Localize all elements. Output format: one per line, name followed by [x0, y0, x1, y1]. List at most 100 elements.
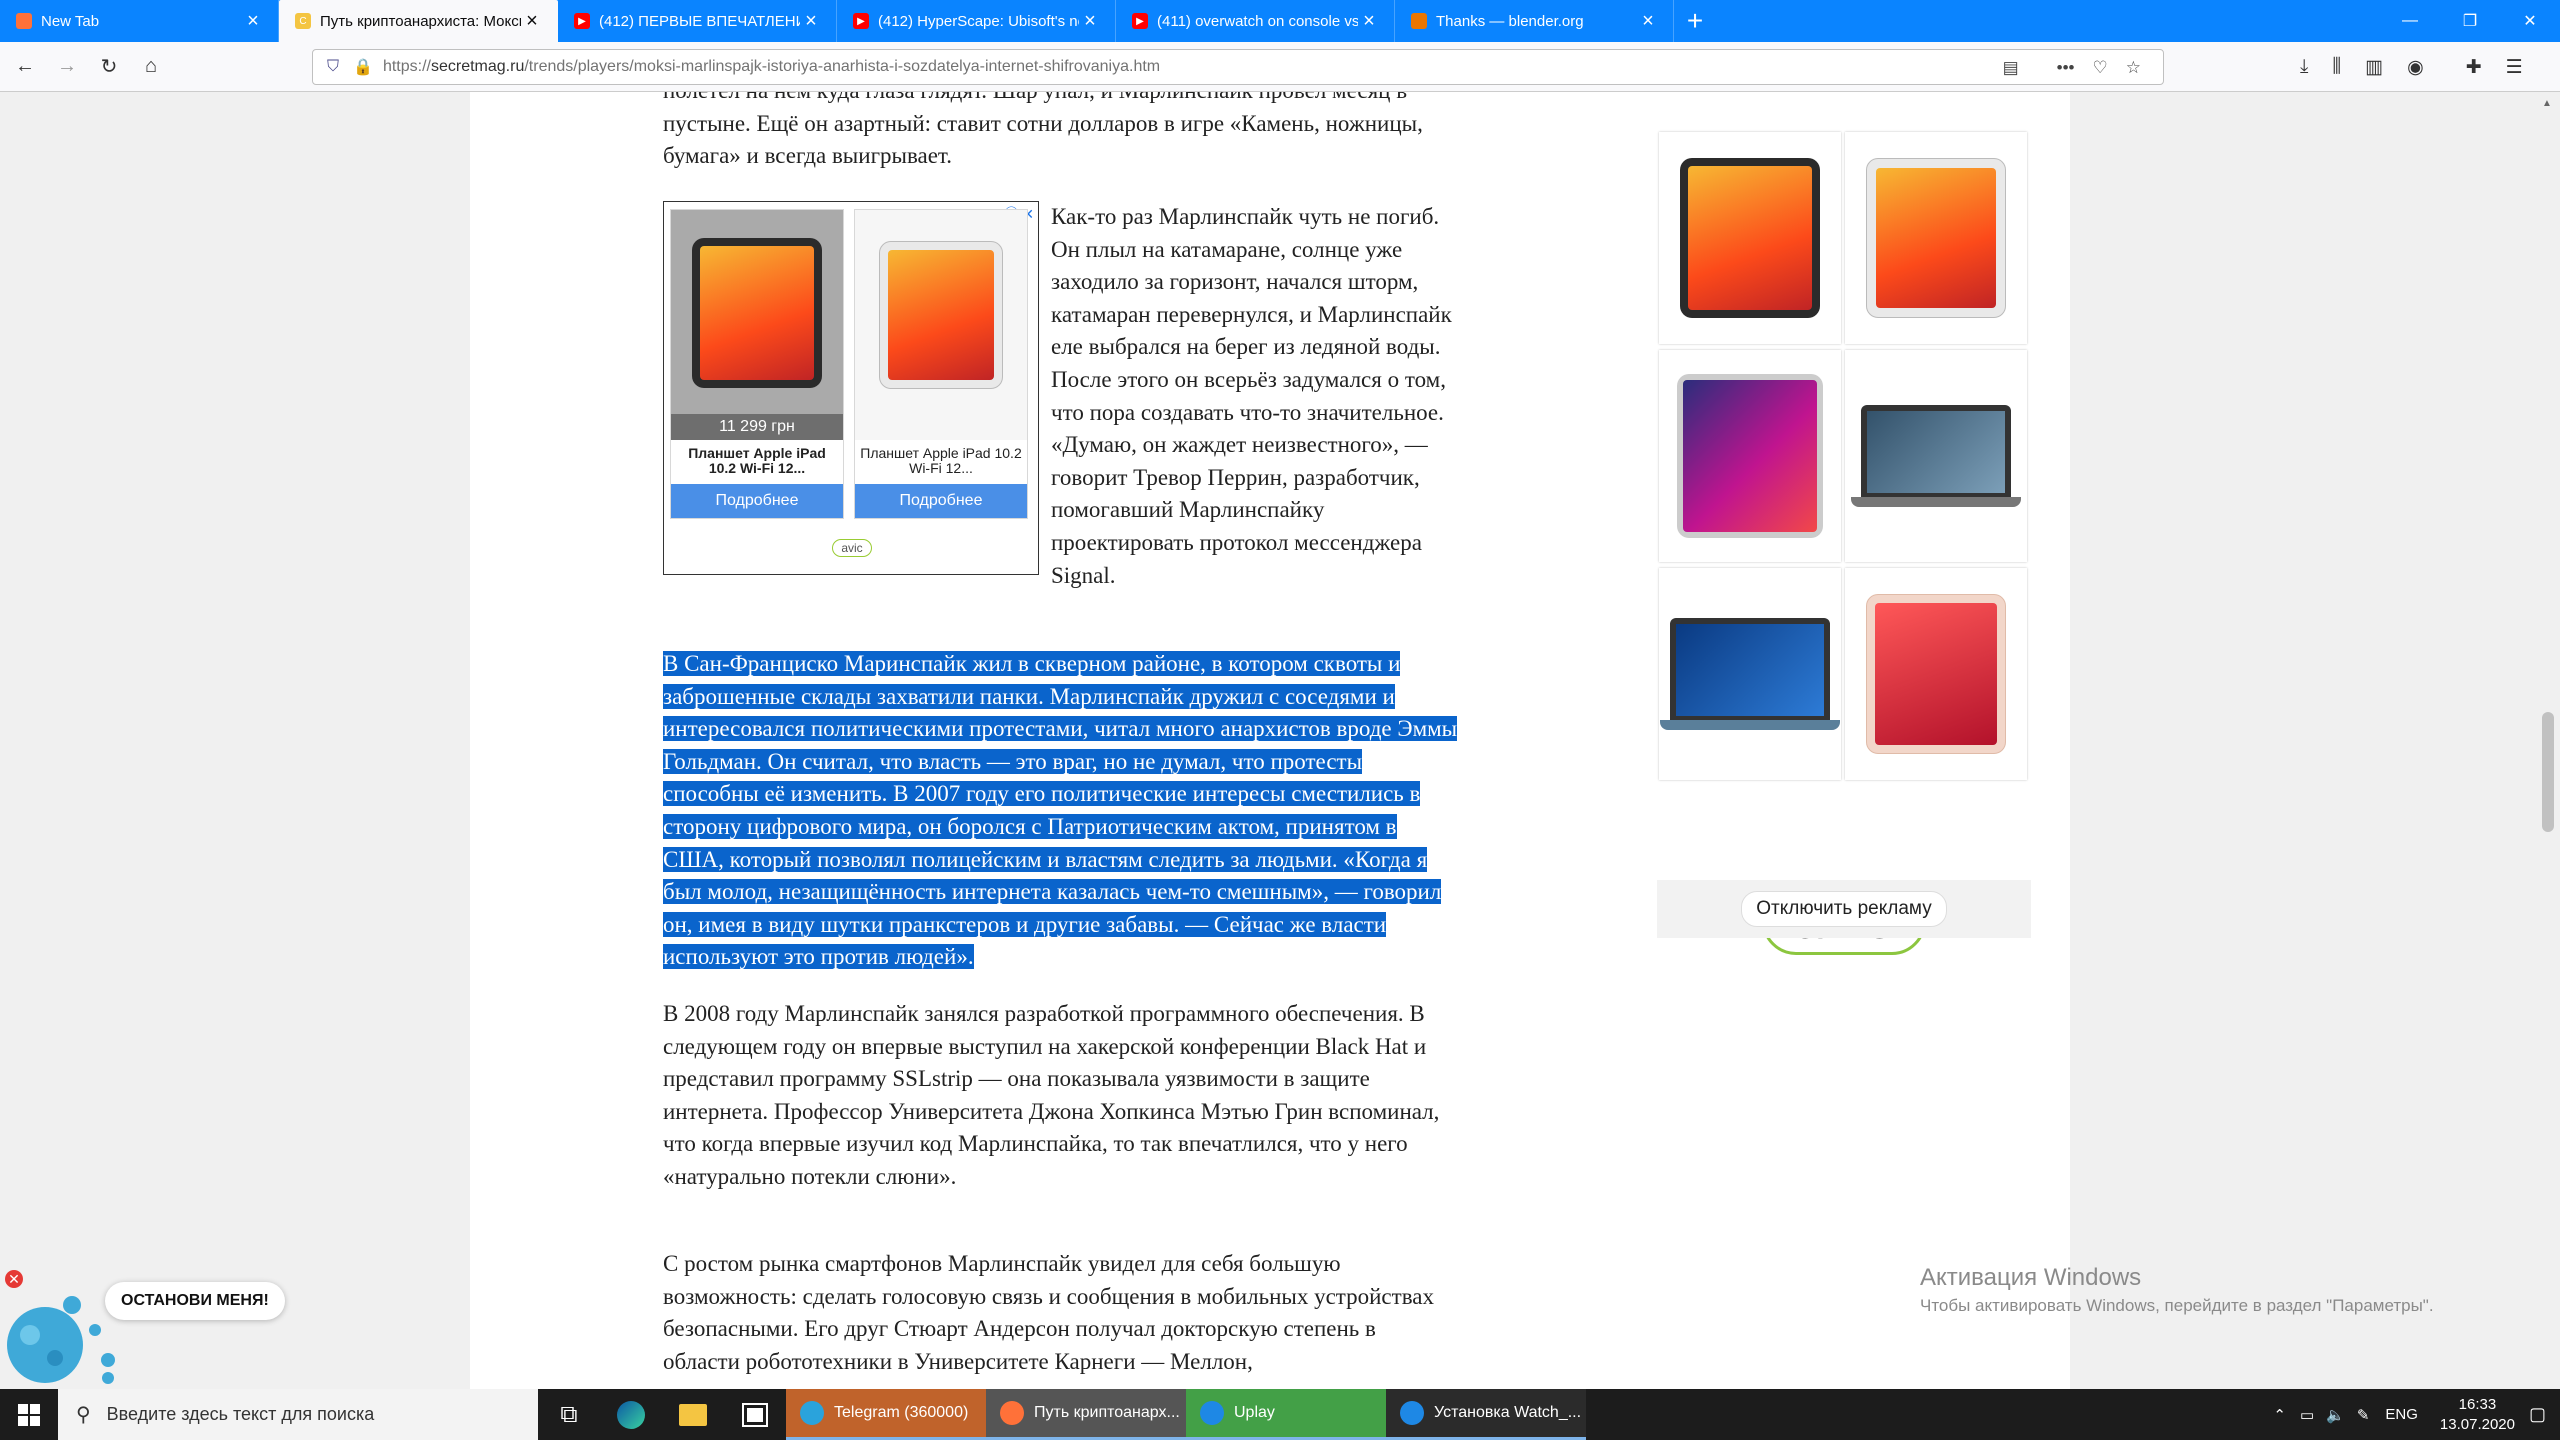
- taskbar-app-watch-install[interactable]: Установка Watch_...: [1386, 1389, 1586, 1440]
- tab-blender[interactable]: Thanks — blender.org ×: [1395, 0, 1674, 42]
- lock-icon[interactable]: 🔒: [353, 57, 373, 77]
- tab-title: Путь криптоанархиста: Мокси: [320, 12, 521, 30]
- activation-subtitle: Чтобы активировать Windows, перейдите в …: [1920, 1296, 2434, 1315]
- task-view-icon[interactable]: ⧉: [538, 1389, 600, 1440]
- url-path: /trends/players/moksi-marlinspajk-istori…: [524, 58, 1161, 75]
- tab-secretmag[interactable]: C Путь криптоанархиста: Мокси ×: [279, 0, 558, 42]
- tab-youtube-3[interactable]: ▶ (411) overwatch on console vs ×: [1116, 0, 1395, 42]
- menu-icon[interactable]: ☰: [2506, 56, 2523, 79]
- taskbar-app-firefox[interactable]: Путь криптоанарх...: [986, 1389, 1186, 1440]
- ad-title: Планшет Apple iPad 10.2 Wi-Fi 12...: [688, 445, 826, 476]
- close-icon[interactable]: ×: [1358, 10, 1380, 33]
- close-icon[interactable]: ×: [521, 10, 543, 33]
- ad-more-button[interactable]: Подробнее: [671, 484, 843, 518]
- tracking-shield-icon[interactable]: ⛉: [327, 58, 339, 76]
- taskbar-app-telegram[interactable]: Telegram (360000): [786, 1389, 986, 1440]
- ad-more-button[interactable]: Подробнее: [855, 484, 1027, 518]
- activation-title: Активация Windows: [1920, 1264, 2142, 1291]
- close-icon[interactable]: ×: [800, 10, 822, 33]
- close-icon[interactable]: ✕: [5, 1270, 23, 1288]
- laptop-blue-icon[interactable]: [1659, 568, 1841, 780]
- avic-logo[interactable]: avic: [832, 539, 872, 557]
- window-controls: — ❐ ✕: [2380, 0, 2560, 42]
- new-tab-button[interactable]: +: [1674, 0, 1716, 42]
- tab-youtube-1[interactable]: ▶ (412) ПЕРВЫЕ ВПЕЧАТЛЕНИЯ ×: [558, 0, 837, 42]
- firefox-icon: [1000, 1401, 1024, 1425]
- side-ad[interactable]: [1657, 132, 2031, 942]
- taskbar-app-label: Uplay: [1234, 1404, 1275, 1421]
- library-icon[interactable]: ⫼: [2332, 56, 2341, 78]
- inline-ad[interactable]: ⓘ ✕ 11 299 грн Планшет Apple iPad 10.2 W…: [663, 201, 1039, 575]
- extensions-icon[interactable]: ✚: [2466, 56, 2482, 79]
- edge-icon[interactable]: [600, 1389, 662, 1440]
- tab-youtube-2[interactable]: ▶ (412) HyperScape: Ubisoft's ne ×: [837, 0, 1116, 42]
- clock[interactable]: 16:33 13.07.2020: [2440, 1395, 2515, 1435]
- taskbar-search[interactable]: ⚲ Введите здесь текст для поиска: [58, 1389, 538, 1440]
- selected-paragraph: В Сан-Франциско Маринспайк жил в скверно…: [663, 648, 1463, 974]
- silver-ipad-icon[interactable]: [1845, 132, 2027, 344]
- close-icon[interactable]: ×: [1637, 10, 1659, 33]
- notifications-icon[interactable]: ▢: [2529, 1404, 2546, 1425]
- disable-ads-button[interactable]: Отключить рекламу: [1741, 891, 1947, 927]
- scroll-up-icon[interactable]: ▲: [2542, 98, 2552, 109]
- article-text: В Сан-Франциско Маринспайк жил в скверно…: [663, 651, 1458, 970]
- home-icon[interactable]: ⌂: [130, 49, 172, 85]
- file-explorer-icon[interactable]: [662, 1389, 724, 1440]
- pocket-icon[interactable]: ♡: [2093, 58, 2108, 78]
- windows-start-icon[interactable]: [0, 1389, 58, 1440]
- silver-ipad-icon: [855, 210, 1027, 440]
- windows-taskbar: ⚲ Введите здесь текст для поиска ⧉ Telegr…: [0, 1389, 2560, 1440]
- uplay-icon: [1200, 1401, 1224, 1425]
- address-bar[interactable]: ⛉ 🔒 https://secretmag.ru/trends/players/…: [312, 49, 2164, 85]
- dark-ipad-icon: 11 299 грн: [671, 210, 843, 440]
- ad-card[interactable]: 11 299 грн Планшет Apple iPad 10.2 Wi-Fi…: [670, 209, 844, 519]
- sidebar-icon[interactable]: ▥: [2365, 56, 2383, 79]
- chevron-up-icon[interactable]: ⌃: [2273, 1406, 2286, 1424]
- close-icon[interactable]: ×: [1079, 10, 1101, 33]
- url-scheme: https://: [382, 58, 431, 75]
- language-indicator[interactable]: ENG: [2385, 1406, 2418, 1423]
- store-icon[interactable]: [724, 1389, 786, 1440]
- blender-icon: [1411, 13, 1427, 29]
- page-actions-icon[interactable]: •••: [2057, 58, 2075, 78]
- rose-ipad-icon[interactable]: [1845, 568, 2027, 780]
- close-window-icon[interactable]: ✕: [2500, 0, 2560, 42]
- reader-view-icon[interactable]: ▤: [2003, 58, 2019, 78]
- uplay-icon: [1400, 1401, 1424, 1425]
- tab-title: Thanks — blender.org: [1436, 12, 1584, 30]
- page-viewport: полетел на нем куда глаза глядят. Шар уп…: [0, 92, 2560, 1389]
- dark-ipad-icon[interactable]: [1659, 132, 1841, 344]
- volume-icon[interactable]: 🔈: [2326, 1406, 2345, 1424]
- scrollbar-thumb[interactable]: [2542, 712, 2554, 832]
- youtube-icon: ▶: [574, 13, 590, 29]
- forward-icon[interactable]: →: [46, 49, 88, 85]
- youtube-icon: ▶: [1132, 13, 1148, 29]
- tab-title: (412) HyperScape: Ubisoft's ne: [878, 12, 1079, 30]
- network-icon[interactable]: ▭: [2300, 1406, 2314, 1424]
- downloads-icon[interactable]: ⤓: [2300, 56, 2308, 78]
- laptop-grey-icon[interactable]: [1845, 350, 2027, 562]
- tab-new-tab[interactable]: New Tab ×: [0, 0, 279, 42]
- tab-title: New Tab: [41, 12, 100, 30]
- back-icon[interactable]: ←: [4, 49, 46, 85]
- secretmag-icon: C: [295, 13, 311, 29]
- reload-icon[interactable]: ↻: [88, 49, 130, 85]
- minimize-icon[interactable]: —: [2380, 0, 2440, 42]
- virus-speech-bubble[interactable]: ОСТАНОВИ МЕНЯ!: [105, 1282, 285, 1320]
- ipad-pro-icon[interactable]: [1659, 350, 1841, 562]
- page-scrollbar[interactable]: ▲: [2536, 92, 2560, 1389]
- clock-time: 16:33: [2458, 1395, 2497, 1413]
- virus-mascot-icon[interactable]: [0, 1270, 120, 1389]
- account-icon[interactable]: ◉: [2407, 56, 2424, 79]
- close-icon[interactable]: ×: [242, 10, 264, 33]
- restore-icon[interactable]: ❐: [2440, 0, 2500, 42]
- bookmark-star-icon[interactable]: ☆: [2126, 58, 2141, 78]
- pen-icon[interactable]: ✎: [2357, 1406, 2370, 1424]
- search-placeholder: Введите здесь текст для поиска: [106, 1404, 375, 1424]
- ad-card[interactable]: Планшет Apple iPad 10.2 Wi-Fi 12... Подр…: [854, 209, 1028, 519]
- tab-title: (411) overwatch on console vs: [1157, 12, 1358, 30]
- search-icon: ⚲: [76, 1404, 91, 1426]
- ad-price: 11 299 грн: [671, 414, 843, 440]
- taskbar-app-uplay[interactable]: Uplay: [1186, 1389, 1386, 1440]
- system-tray: ⌃ ▭ 🔈 ✎ ENG 16:33 13.07.2020 ▢: [2273, 1389, 2560, 1440]
